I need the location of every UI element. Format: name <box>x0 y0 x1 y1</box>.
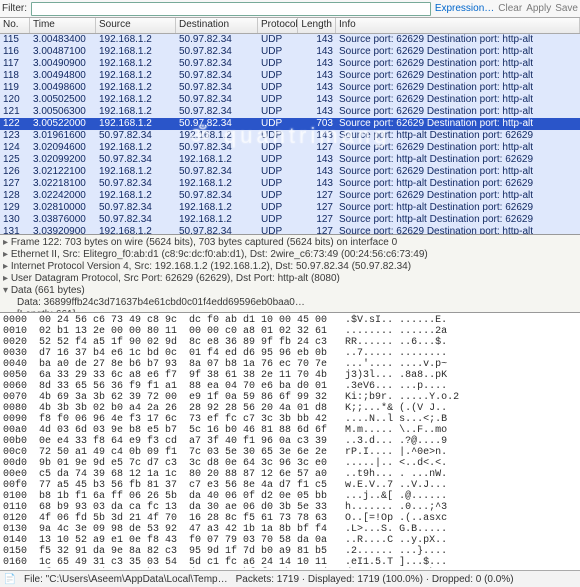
packet-row[interactable]: 1173.00490900192.168.1.250.97.82.34UDP14… <box>0 58 580 70</box>
file-icon: 📄 <box>4 573 16 585</box>
filter-label: Filter: <box>2 3 27 14</box>
column-headers[interactable]: No. Time Source Destination Protocol Len… <box>0 18 580 34</box>
packet-row[interactable]: 1293.0281000050.97.82.34192.168.1.2UDP12… <box>0 202 580 214</box>
packet-list[interactable]: 1153.00483400192.168.1.250.97.82.34UDP14… <box>0 34 580 234</box>
filter-bar: Filter: Expression… Clear Apply Save <box>0 0 580 18</box>
detail-data[interactable]: Data (661 bytes) <box>3 285 577 297</box>
detail-frame[interactable]: Frame 122: 703 bytes on wire (5624 bits)… <box>3 237 577 249</box>
packet-row[interactable]: 1253.0209920050.97.82.34192.168.1.2UDP14… <box>0 154 580 166</box>
detail-eth[interactable]: Ethernet II, Src: Elitegro_f0:ab:d1 (c8:… <box>3 249 577 261</box>
packet-row[interactable]: 1233.0196160050.97.82.34192.168.1.2UDP14… <box>0 130 580 142</box>
filter-input[interactable] <box>31 2 431 16</box>
detail-data-hex[interactable]: Data: 36899ffb24c3d71637b4e61cbd0c01f4ed… <box>3 297 577 309</box>
packet-row[interactable]: 1163.00487100192.168.1.250.97.82.34UDP14… <box>0 46 580 58</box>
col-source[interactable]: Source <box>96 18 176 33</box>
packet-row[interactable]: 1313.03920900192.168.1.250.97.82.34UDP12… <box>0 226 580 234</box>
col-info[interactable]: Info <box>336 18 580 33</box>
packet-row[interactable]: 1303.0387600050.97.82.34192.168.1.2UDP12… <box>0 214 580 226</box>
status-stats: Packets: 1719 · Displayed: 1719 (100.0%)… <box>236 574 514 585</box>
status-bar: 📄 File: "C:\Users\Aseem\AppData\Local\Te… <box>0 570 580 587</box>
packet-row[interactable]: 1273.0221810050.97.82.34192.168.1.2UDP14… <box>0 178 580 190</box>
packet-row[interactable]: 1153.00483400192.168.1.250.97.82.34UDP14… <box>0 34 580 46</box>
col-length[interactable]: Length <box>298 18 336 33</box>
detail-ip[interactable]: Internet Protocol Version 4, Src: 192.16… <box>3 261 577 273</box>
apply-link[interactable]: Apply <box>526 3 551 14</box>
status-file: File: "C:\Users\Aseem\AppData\Local\Temp… <box>24 574 228 585</box>
save-link[interactable]: Save <box>555 3 578 14</box>
packet-row[interactable]: 1243.02094600192.168.1.250.97.82.34UDP12… <box>0 142 580 154</box>
packet-row[interactable]: 1283.02242000192.168.1.250.97.82.34UDP12… <box>0 190 580 202</box>
col-protocol[interactable]: Protocol <box>258 18 298 33</box>
details-pane[interactable]: Frame 122: 703 bytes on wire (5624 bits)… <box>0 234 580 312</box>
col-time[interactable]: Time <box>30 18 96 33</box>
packet-row[interactable]: 1203.00502500192.168.1.250.97.82.34UDP14… <box>0 94 580 106</box>
packet-row[interactable]: 1223.00522000192.168.1.250.97.82.34UDP70… <box>0 118 580 130</box>
packet-row[interactable]: 1193.00498600192.168.1.250.97.82.34UDP14… <box>0 82 580 94</box>
packet-row[interactable]: 1263.02122100192.168.1.250.97.82.34UDP14… <box>0 166 580 178</box>
packet-row[interactable]: 1183.00494800192.168.1.250.97.82.34UDP14… <box>0 70 580 82</box>
detail-udp[interactable]: User Datagram Protocol, Src Port: 62629 … <box>3 273 577 285</box>
packet-row[interactable]: 1213.00506300192.168.1.250.97.82.34UDP14… <box>0 106 580 118</box>
col-no[interactable]: No. <box>0 18 30 33</box>
hex-pane[interactable]: 0000 00 24 56 c6 73 49 c8 9c dc f0 ab d1… <box>0 312 580 568</box>
expression-link[interactable]: Expression… <box>435 3 494 14</box>
clear-link[interactable]: Clear <box>498 3 522 14</box>
col-destination[interactable]: Destination <box>176 18 258 33</box>
